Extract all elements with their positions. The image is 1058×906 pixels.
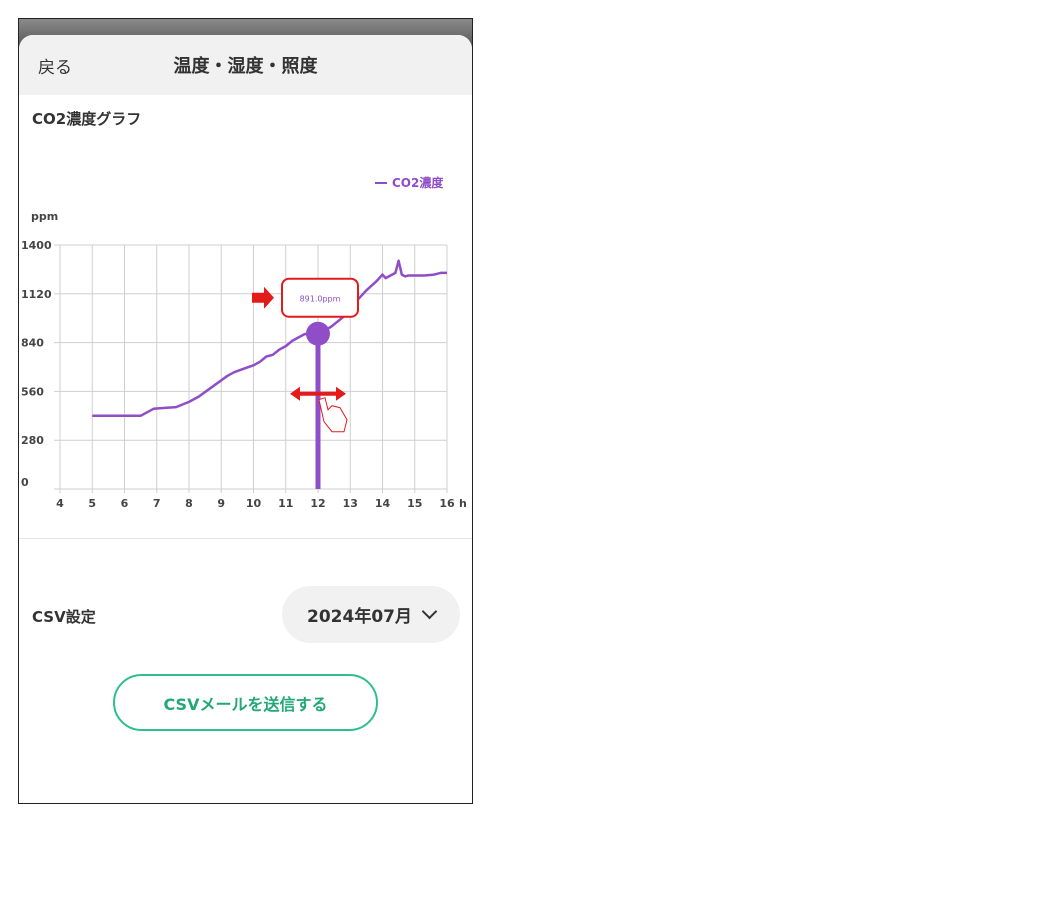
pointer-arrow-icon	[252, 286, 274, 309]
x-tick-label: 16	[439, 497, 455, 510]
y-tick-label: 840	[21, 337, 44, 350]
x-tick-label: 10	[246, 497, 262, 510]
x-tick-label: 7	[153, 497, 161, 510]
hand-gesture-icon	[318, 397, 348, 433]
y-axis-unit: ppm	[31, 210, 58, 223]
y-tick-label: 0	[21, 476, 29, 489]
co2-chart[interactable]: 4 5 6 7 8 9 10 11 12 13 14 15 16 h 0 280 560 840 1120 1400 p…	[19, 147, 472, 517]
send-csv-email-button[interactable]: CSVメールを送信する	[113, 674, 378, 731]
y-tick-label: 560	[21, 385, 44, 398]
series-line-co2	[92, 259, 447, 418]
modal-sheet: 戻る 温度・湿度・照度 CO2濃度グラフ 4 5 6 7 8 9 10 11 12 13 14 15 1…	[19, 35, 472, 803]
phone-frame: 戻る 温度・湿度・照度 CO2濃度グラフ 4 5 6 7 8 9 10 11 12 13 14 15 1…	[18, 18, 473, 804]
x-tick-label: 13	[343, 497, 358, 510]
x-tick-label: 4	[56, 497, 64, 510]
legend-label: CO2濃度	[392, 175, 444, 190]
x-tick-label: 9	[217, 497, 225, 510]
tooltip-label: 891.0ppm	[300, 295, 341, 304]
csv-settings-label: CSV設定	[32, 608, 96, 626]
y-tick-label: 1400	[21, 239, 52, 252]
x-tick-label: 5	[88, 497, 96, 510]
selected-point-marker	[306, 321, 330, 346]
y-tick-label: 280	[21, 434, 44, 447]
x-tick-label: 6	[121, 497, 129, 510]
x-tick-label: 15	[407, 497, 422, 510]
chevron-down-icon	[421, 603, 438, 620]
month-select[interactable]: 2024年07月	[282, 586, 460, 643]
x-tick-label: 11	[278, 497, 293, 510]
divider	[19, 538, 472, 539]
chart-title: CO2濃度グラフ	[32, 110, 142, 128]
page-title: 温度・湿度・照度	[173, 56, 318, 77]
x-unit-label: h	[459, 497, 467, 510]
y-tick-label: 1120	[21, 288, 52, 301]
x-tick-label: 8	[185, 497, 193, 510]
x-tick-label: 12	[310, 497, 325, 510]
month-value: 2024年07月	[307, 607, 412, 627]
nav-bar: 戻る 温度・湿度・照度	[19, 35, 472, 95]
x-tick-label: 14	[375, 497, 391, 510]
